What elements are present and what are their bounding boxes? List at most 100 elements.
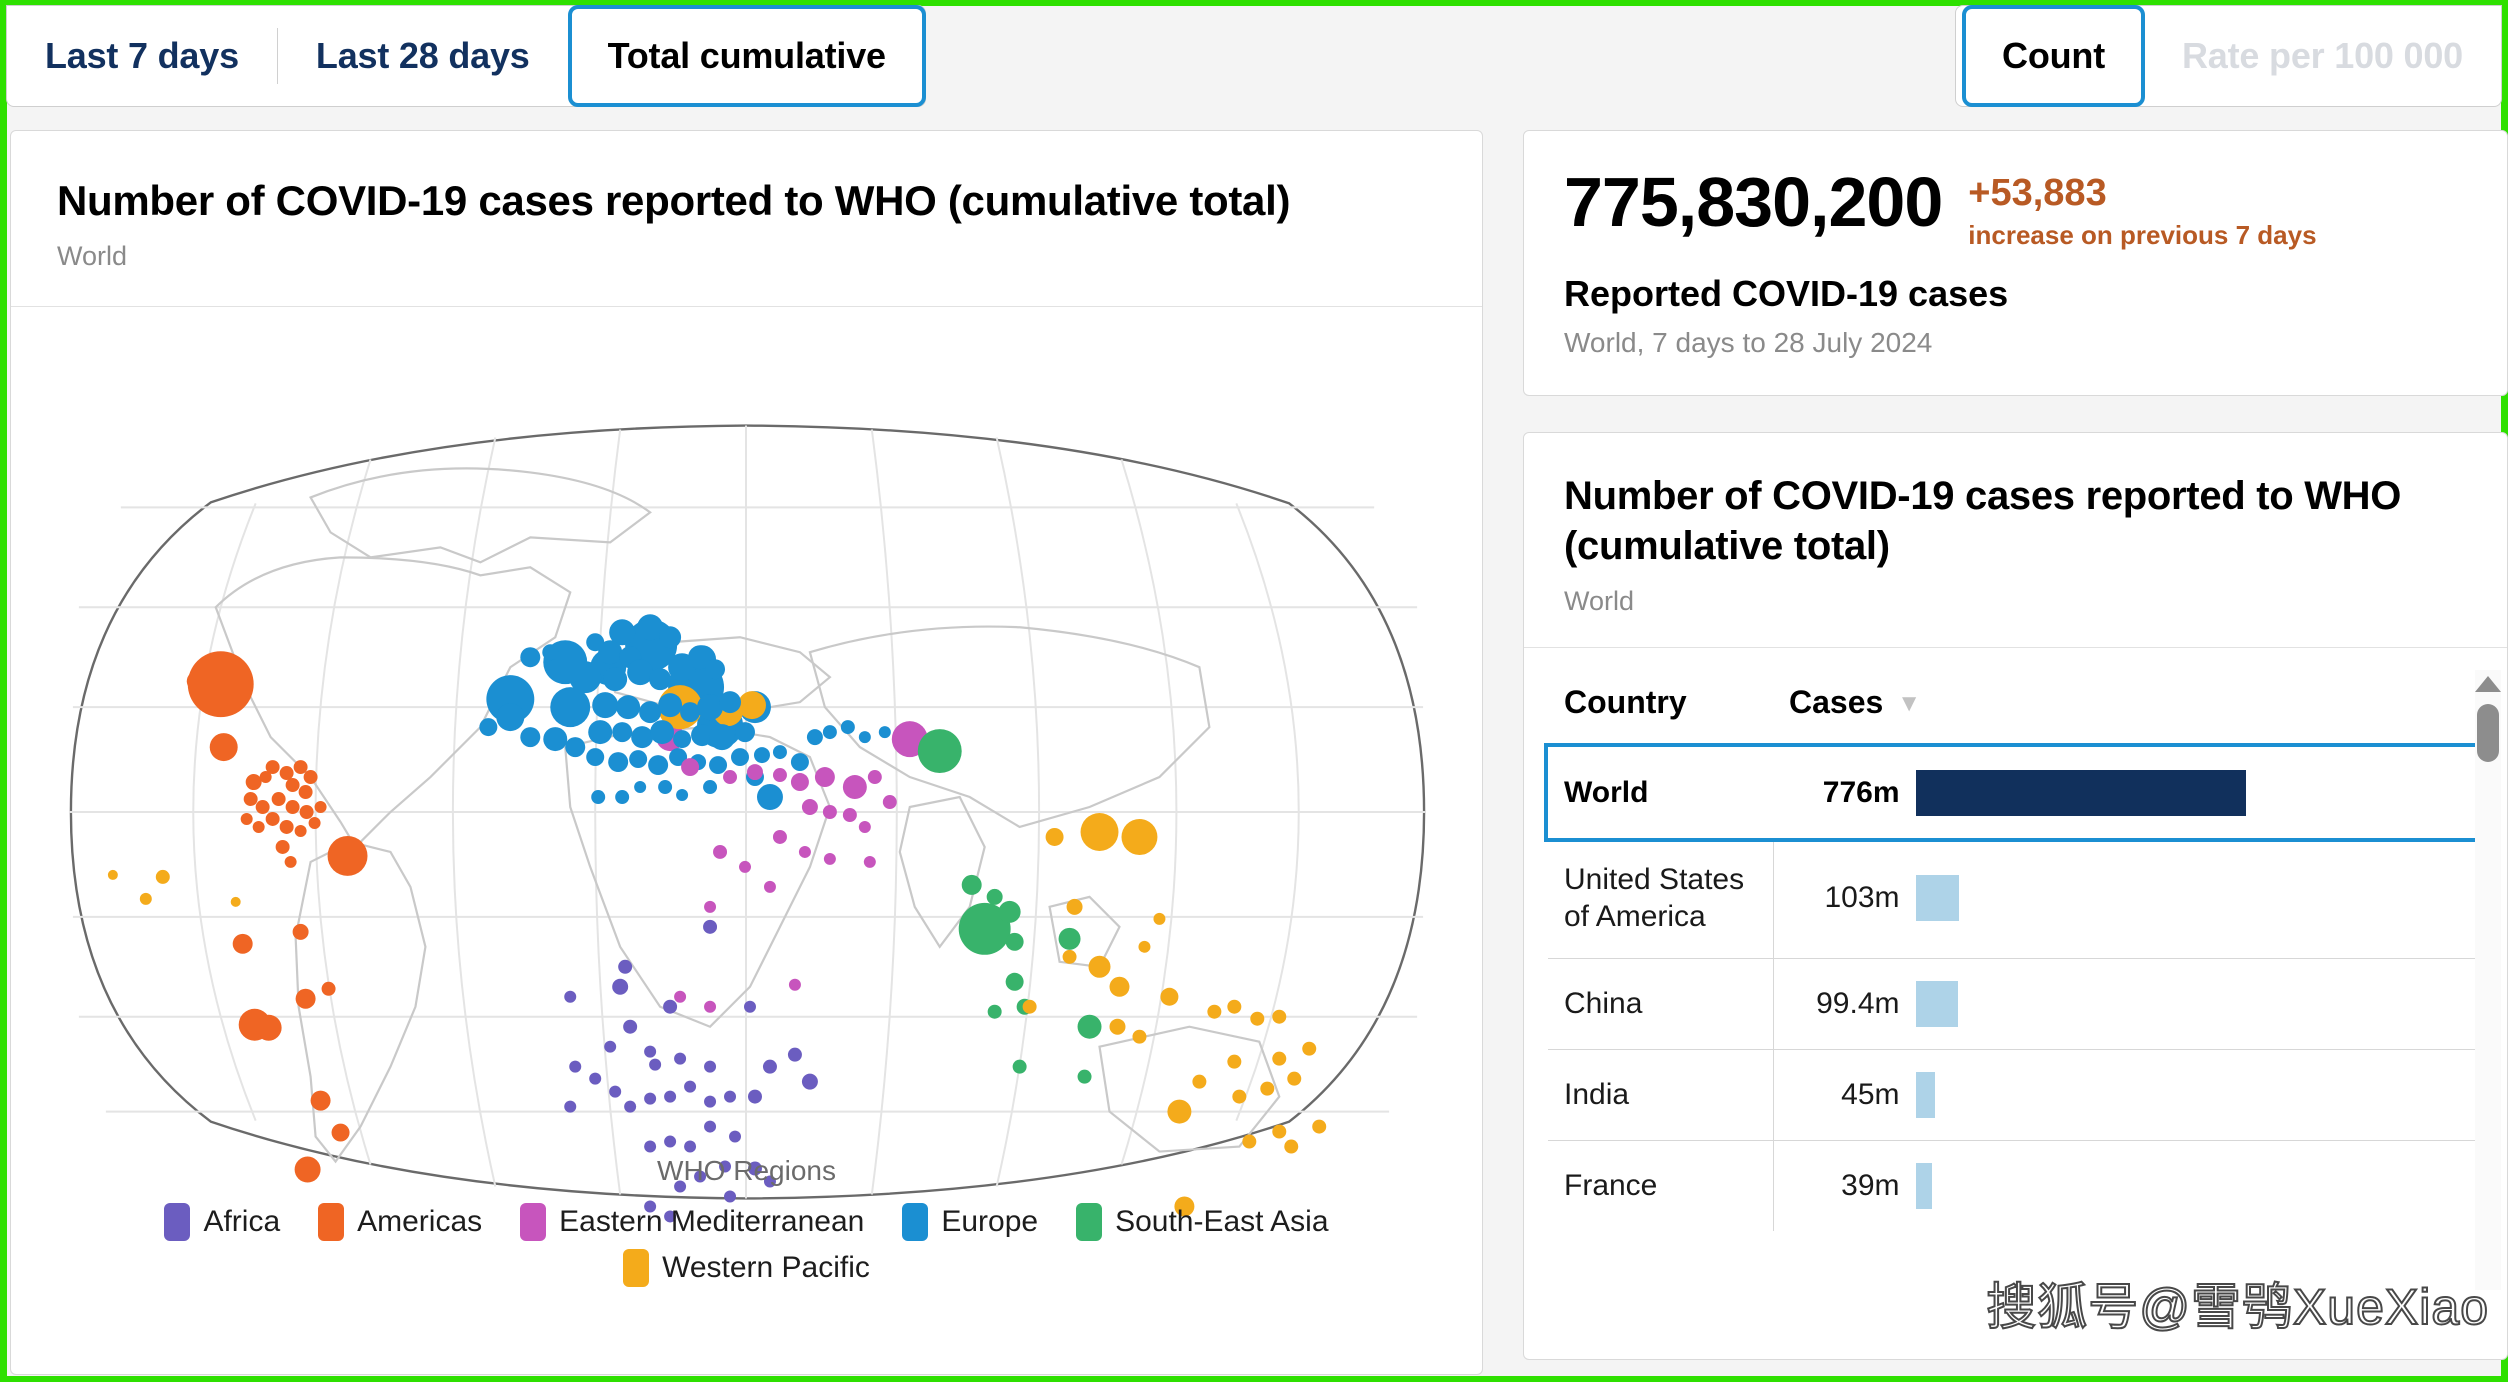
map-bubble-western-pacific[interactable] bbox=[1109, 1018, 1126, 1035]
map-bubble-eastern-mediterranean[interactable] bbox=[772, 768, 787, 783]
scrollbar-thumb[interactable] bbox=[2477, 703, 2499, 762]
map-bubble[interactable] bbox=[292, 923, 309, 940]
map-bubble-africa[interactable] bbox=[618, 959, 633, 974]
map-bubble-europe[interactable] bbox=[858, 731, 871, 744]
map-bubble-eastern-mediterranean[interactable] bbox=[723, 770, 738, 785]
world-map[interactable]: WHO Regions Africa Americas Eastern Medi… bbox=[11, 307, 1482, 1317]
map-bubble-western-pacific[interactable] bbox=[1062, 949, 1077, 964]
tab-last-28-days[interactable]: Last 28 days bbox=[278, 6, 568, 106]
map-bubble-europe[interactable] bbox=[719, 691, 742, 714]
map-bubble-europe[interactable] bbox=[731, 748, 749, 767]
map-bubble-europe[interactable] bbox=[673, 730, 692, 749]
map-bubble-europe[interactable] bbox=[697, 694, 724, 721]
map-bubble-europe[interactable] bbox=[658, 693, 683, 718]
map-bubble-south-east-asia[interactable] bbox=[1077, 1069, 1092, 1084]
table-row[interactable]: United States of America 103m bbox=[1548, 837, 2491, 959]
map-bubble[interactable] bbox=[271, 792, 286, 807]
map-bubble[interactable] bbox=[232, 933, 253, 954]
table-row[interactable]: China 99.4m bbox=[1548, 957, 2491, 1050]
map-bubble[interactable] bbox=[230, 896, 241, 907]
legend-item-western-pacific[interactable]: Western Pacific bbox=[623, 1249, 870, 1288]
map-bubble-south-east-asia[interactable] bbox=[1005, 972, 1024, 991]
map-bubble-eastern-mediterranean[interactable] bbox=[788, 978, 801, 991]
map-bubble-western-pacific[interactable] bbox=[1287, 1071, 1302, 1086]
map-bubble-eastern-mediterranean[interactable] bbox=[863, 856, 876, 869]
sort-descending-icon[interactable]: ▼ bbox=[1897, 690, 1921, 718]
map-bubble-eastern-mediterranean[interactable] bbox=[822, 805, 837, 820]
map-bubble-africa[interactable] bbox=[704, 1060, 717, 1073]
map-bubble-eastern-mediterranean[interactable] bbox=[790, 773, 809, 792]
map-bubble-africa[interactable] bbox=[787, 1047, 802, 1062]
map-bubble-europe[interactable] bbox=[615, 790, 630, 805]
map-bubble-eastern-mediterranean[interactable] bbox=[763, 880, 776, 893]
map-bubble-europe[interactable] bbox=[591, 790, 606, 805]
map-bubble[interactable] bbox=[917, 729, 962, 774]
map-bubble[interactable] bbox=[139, 892, 152, 905]
map-bubble-africa[interactable] bbox=[747, 1089, 762, 1104]
map-bubble[interactable] bbox=[321, 981, 336, 996]
map-bubble-europe[interactable] bbox=[631, 726, 654, 749]
map-bubble-europe[interactable] bbox=[658, 780, 673, 795]
map-bubble-western-pacific[interactable] bbox=[1153, 912, 1166, 925]
tab-total-cumulative[interactable]: Total cumulative bbox=[567, 5, 926, 107]
map-bubble-europe[interactable] bbox=[680, 702, 701, 723]
map-bubble-europe[interactable] bbox=[592, 692, 619, 719]
map-bubble-western-pacific[interactable] bbox=[1232, 1089, 1247, 1104]
map-bubble[interactable] bbox=[187, 651, 254, 718]
map-bubble-western-pacific[interactable] bbox=[1272, 1009, 1287, 1024]
map-bubble-europe[interactable] bbox=[735, 722, 755, 743]
tab-count[interactable]: Count bbox=[1962, 5, 2145, 107]
map-bubble-europe[interactable] bbox=[542, 644, 559, 661]
map-bubble-western-pacific[interactable] bbox=[1080, 813, 1119, 852]
map-bubble-western-pacific[interactable] bbox=[1138, 940, 1151, 953]
map-bubble-europe[interactable] bbox=[629, 750, 648, 769]
map-bubble-europe[interactable] bbox=[806, 729, 823, 746]
map-bubble-eastern-mediterranean[interactable] bbox=[746, 764, 763, 781]
map-bubble[interactable] bbox=[310, 1090, 331, 1111]
map-bubble-europe[interactable] bbox=[608, 752, 629, 773]
map-bubble-western-pacific[interactable] bbox=[1132, 1029, 1147, 1044]
map-bubble-africa[interactable] bbox=[649, 1058, 662, 1071]
map-bubble-europe[interactable] bbox=[634, 781, 647, 794]
map-bubble-europe[interactable] bbox=[650, 720, 675, 745]
map-bubble-europe[interactable] bbox=[709, 756, 728, 775]
map-bubble-western-pacific[interactable] bbox=[1272, 1124, 1287, 1139]
table-row[interactable]: World 776m bbox=[1544, 743, 2495, 843]
scroll-up-arrow-icon[interactable] bbox=[2475, 675, 2501, 692]
map-bubble-eastern-mediterranean[interactable] bbox=[823, 853, 836, 866]
map-bubble[interactable] bbox=[738, 691, 766, 720]
map-bubble[interactable] bbox=[245, 774, 262, 791]
map-bubble-europe[interactable] bbox=[627, 659, 654, 686]
map-bubble-eastern-mediterranean[interactable] bbox=[739, 861, 751, 873]
map-bubble-europe[interactable] bbox=[753, 747, 770, 764]
legend-item-eastern-mediterranean[interactable]: Eastern Mediterranean bbox=[520, 1203, 864, 1242]
map-bubble-europe[interactable] bbox=[709, 724, 736, 751]
legend-item-americas[interactable]: Americas bbox=[318, 1203, 482, 1242]
map-bubble-europe[interactable] bbox=[676, 789, 689, 802]
map-bubble-europe[interactable] bbox=[550, 687, 591, 728]
map-bubble-europe[interactable] bbox=[840, 720, 855, 735]
map-bubble-europe[interactable] bbox=[520, 727, 541, 748]
map-bubble[interactable] bbox=[265, 760, 280, 775]
map-bubble-eastern-mediterranean[interactable] bbox=[858, 821, 871, 834]
map-bubble-south-east-asia[interactable] bbox=[987, 1004, 1002, 1019]
map-bubble-europe[interactable] bbox=[520, 647, 541, 668]
map-bubble-europe[interactable] bbox=[616, 695, 641, 720]
tab-rate-per-100000[interactable]: Rate per 100 000 bbox=[2144, 6, 2501, 106]
map-bubble-europe[interactable] bbox=[479, 718, 498, 737]
map-bubble[interactable] bbox=[299, 805, 314, 820]
map-bubble-africa[interactable] bbox=[663, 999, 678, 1014]
map-bubble-europe[interactable] bbox=[756, 784, 783, 811]
map-bubble-africa[interactable] bbox=[703, 919, 718, 934]
map-bubble-africa[interactable] bbox=[644, 1140, 657, 1153]
map-bubble-eastern-mediterranean[interactable] bbox=[842, 808, 857, 823]
map-bubble[interactable] bbox=[279, 820, 294, 835]
map-bubble-europe[interactable] bbox=[703, 780, 718, 795]
table-row[interactable]: India 45m bbox=[1548, 1048, 2491, 1141]
map-bubble-europe[interactable] bbox=[649, 668, 672, 691]
map-bubble-western-pacific[interactable] bbox=[1045, 828, 1064, 847]
map-bubble-south-east-asia[interactable] bbox=[986, 888, 1003, 905]
map-bubble[interactable] bbox=[279, 766, 294, 781]
map-bubble-africa[interactable] bbox=[684, 1140, 697, 1153]
map-bubble[interactable] bbox=[209, 733, 238, 762]
